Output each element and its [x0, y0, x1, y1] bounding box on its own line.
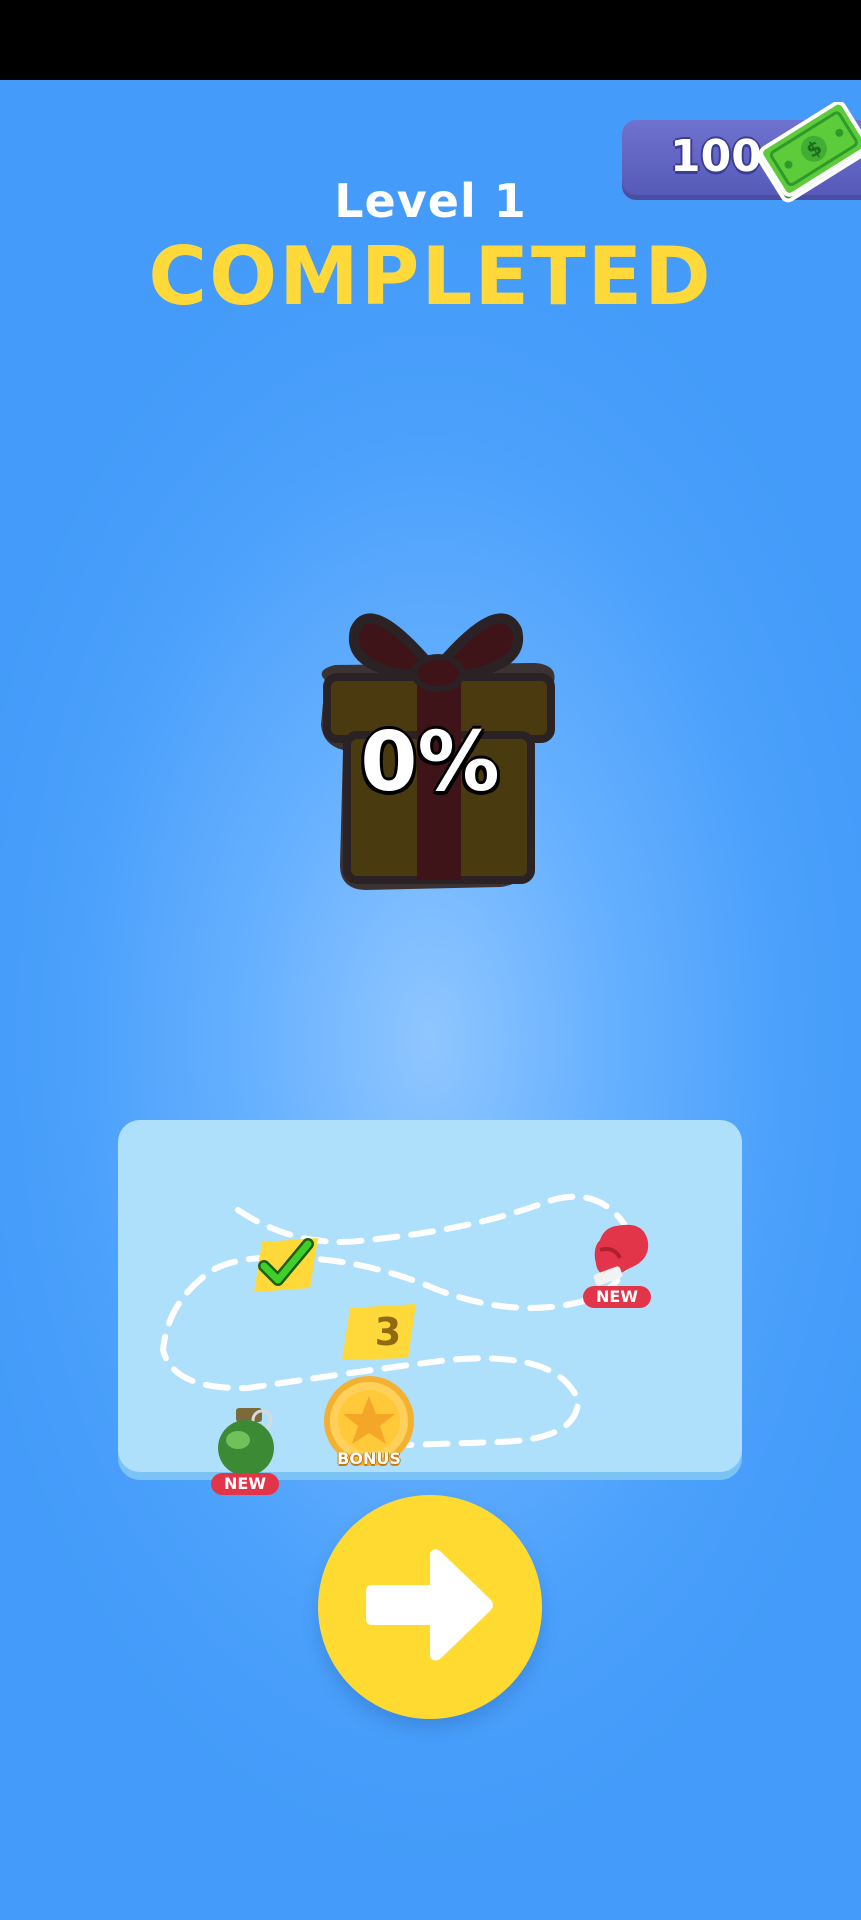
level-complete-screen: 100 $ Level 1 COMPLETED 0% 3 NEW NEW BON…	[0, 80, 861, 1920]
gift-progress-text: 0%	[360, 715, 500, 810]
new-badge: NEW	[583, 1286, 651, 1308]
boxing-glove-icon	[593, 1224, 649, 1286]
completed-level-node	[254, 1238, 318, 1292]
level-title: Level 1	[334, 174, 527, 228]
status-bar	[0, 0, 861, 80]
level-map-panel: 3 NEW NEW BONUS	[118, 1120, 742, 1495]
completed-title: COMPLETED	[148, 230, 713, 323]
new-badge: NEW	[211, 1473, 279, 1495]
next-level-button[interactable]	[318, 1495, 542, 1719]
bonus-label: BONUS	[337, 1449, 401, 1468]
current-level-number: 3	[374, 1310, 402, 1354]
grenade-icon	[218, 1408, 274, 1476]
arrow-right-icon	[366, 1549, 493, 1661]
